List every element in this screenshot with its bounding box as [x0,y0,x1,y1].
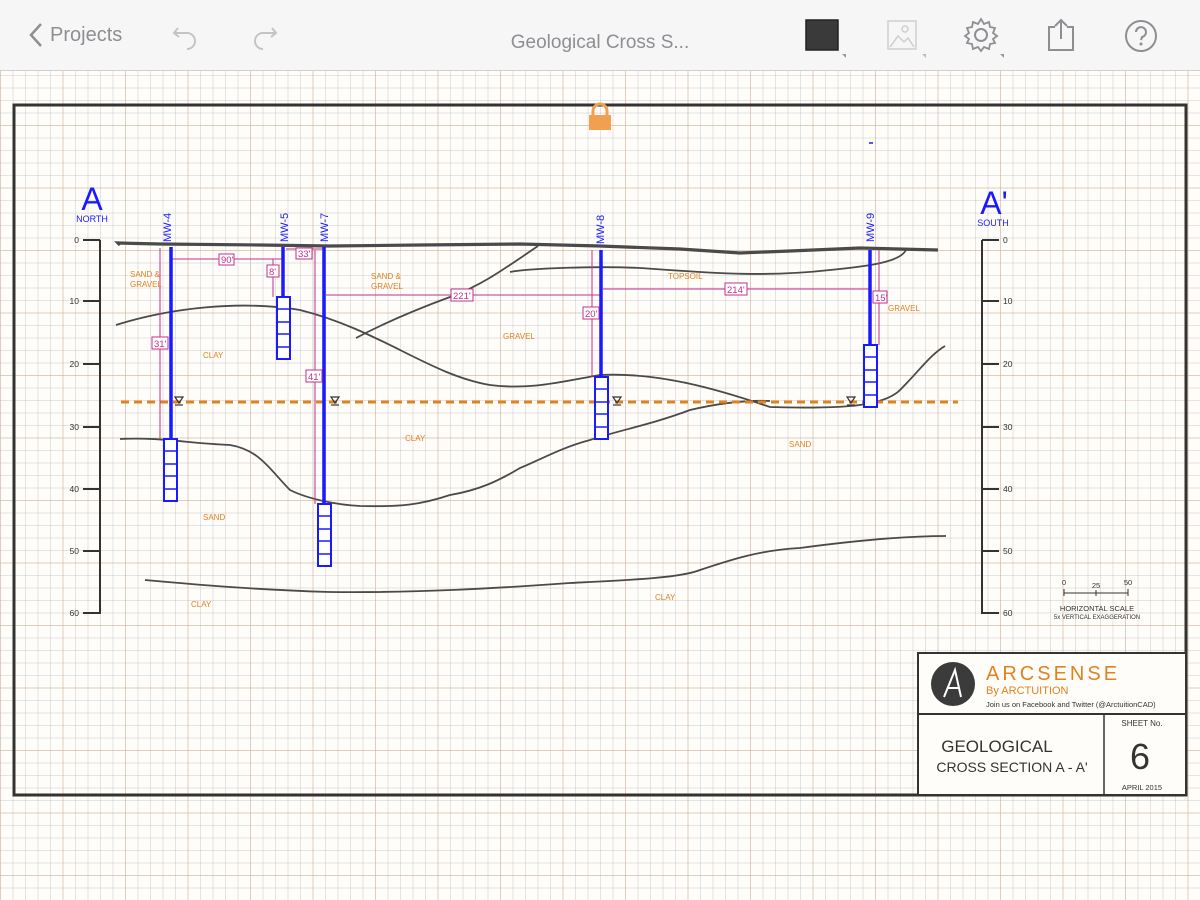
horizontal-scale: 0 25 50 HORIZONTAL SCALE 5x VERTICAL EXA… [1054,578,1140,621]
scale-tick-label: 50 [1124,578,1132,587]
well-label: MW-7 [319,213,331,242]
well-mw7[interactable]: MW-7 [317,213,332,567]
scale-tick-label: 25 [1092,581,1100,590]
cross-section-drawing[interactable]: A NORTH A' SOUTH 0 10 20 30 40 50 60 0 1… [0,0,1200,900]
layer-label: SAND & [130,270,160,279]
section-letter-right: A' [980,185,1007,221]
ground-surface [114,241,939,255]
dimension-label: 8' [269,267,276,278]
title-block: ARCSENSE By ARCTUITION Join us on Facebo… [917,652,1187,796]
brand-byline: By ARCTUITION [986,685,1069,697]
well-label: MW-8 [595,215,607,244]
layer-label: GRAVEL [371,282,403,291]
well-mw9[interactable]: MW-9 [863,213,878,408]
clay-sand-lower-boundary [144,535,947,594]
dimension-label: 15' [875,293,888,304]
layer-label: GRAVEL [503,332,535,341]
gravel-lower-boundary [115,304,946,409]
depth-label: 30 [1003,422,1013,432]
well-label: MW-5 [279,213,291,242]
layer-labels: SAND & GRAVEL SAND & GRAVEL TOPSOIL GRAV… [130,270,920,609]
direction-south: SOUTH [977,218,1009,228]
layer-label: CLAY [655,593,676,602]
well-label: MW-4 [162,213,174,242]
dimension-label: 214' [727,285,745,296]
dimension-label: 20' [585,309,598,320]
dimension-label: 33' [298,249,311,260]
brand-name: ARCSENSE [986,663,1120,685]
depth-scale-left [83,239,101,614]
drawing-title-line2: CROSS SECTION A - A' [936,759,1087,775]
depth-label: 50 [70,546,80,556]
depth-label: 50 [1003,546,1013,556]
sheet-number: 6 [1130,736,1150,777]
well-label: MW-9 [865,213,877,242]
dimension-label: 221' [453,291,471,302]
arcsense-logo [931,662,975,706]
lock-icon[interactable] [589,102,611,130]
layer-label: GRAVEL [130,280,162,289]
depth-label: 40 [70,484,80,494]
layer-label: CLAY [405,434,426,443]
scale-exaggeration: 5x VERTICAL EXAGGERATION [1054,615,1140,621]
dimension-labels: 90' 33' 8' 221' 20' 214' 15' 31' 41' [151,247,888,383]
depth-label: 10 [70,296,80,306]
dimension-label: 31' [154,339,167,350]
gravel-upper-boundary [355,245,539,339]
well-mw4[interactable]: MW-4 [162,213,178,502]
layer-label: CLAY [191,600,212,609]
depth-label: 30 [70,422,80,432]
dimension-label: 90' [221,255,234,266]
social-text: Join us on Facebook and Twitter (@Arctui… [986,700,1156,709]
layer-label: GRAVEL [888,304,920,313]
topsoil-base [509,249,907,275]
sheet-label: SHEET No. [1121,719,1162,728]
layer-label: SAND & [371,272,401,281]
section-letter-left: A [81,181,103,217]
depth-label: 20 [70,359,80,369]
layer-label: TOPSOIL [668,272,703,281]
depth-label: 20 [1003,359,1013,369]
dimension-label: 41' [308,372,321,383]
depth-label: 0 [1003,235,1008,245]
depth-label: 0 [74,235,79,245]
well-mw5[interactable]: MW-5 [276,213,291,360]
depth-label: 60 [70,608,80,618]
layer-label: CLAY [203,351,224,360]
scale-caption: HORIZONTAL SCALE [1060,604,1134,613]
depth-label: 60 [1003,608,1013,618]
sheet-date: APRIL 2015 [1122,783,1162,792]
depth-scale-right [981,239,999,614]
depth-label: 10 [1003,296,1013,306]
well-mw8[interactable]: MW-8 [594,215,609,440]
direction-north: NORTH [76,214,108,224]
drawing-title-line1: GEOLOGICAL [941,737,1052,756]
depth-label: 40 [1003,484,1013,494]
sand-clay-boundary [119,399,771,508]
layer-label: SAND [789,440,811,449]
scale-tick-label: 0 [1062,578,1066,587]
layer-label: SAND [203,513,225,522]
